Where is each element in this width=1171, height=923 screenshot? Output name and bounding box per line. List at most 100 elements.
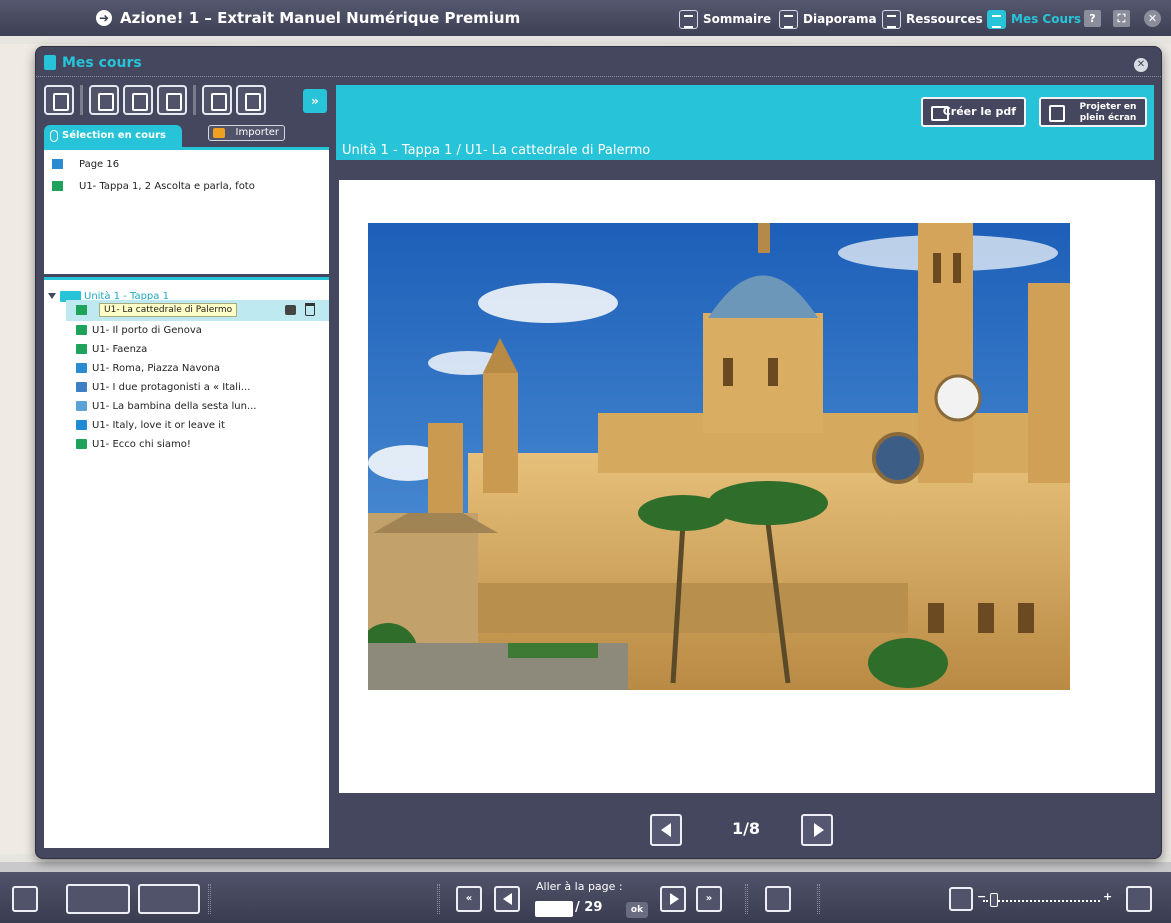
attach-button[interactable]	[89, 85, 119, 115]
image-icon	[76, 305, 87, 315]
image-icon	[76, 344, 87, 354]
nav-mes-cours[interactable]: Mes Cours	[987, 9, 1081, 29]
tab-selection-en-cours[interactable]: Sélection en cours	[44, 125, 182, 147]
zoom-slider-handle[interactable]	[990, 893, 998, 907]
bar-divider	[817, 884, 820, 914]
annotate-button[interactable]	[12, 886, 38, 912]
book-icon	[987, 9, 1006, 29]
mes-cours-modal: Mes cours ✕ Sélection en cours Importer …	[36, 47, 1161, 858]
project-fullscreen-button[interactable]: Projeter en plein écran	[1039, 97, 1147, 127]
next-page-button[interactable]	[660, 886, 686, 912]
tree-item[interactable]: U1- Italy, love it or leave it	[76, 417, 225, 433]
zoom-slider-track[interactable]	[983, 900, 1100, 902]
selection-panel: Page 16 U1- Tappa 1, 2 Ascolta e parla, …	[44, 147, 329, 274]
nav-ressources[interactable]: Ressources	[882, 9, 983, 29]
tree-item[interactable]: U1- Roma, Piazza Navona	[76, 360, 220, 376]
add-course-button[interactable]	[44, 85, 74, 115]
goto-page-label: Aller à la page :	[536, 880, 623, 893]
app-title: ➜ Azione! 1 – Extrait Manuel Numérique P…	[96, 8, 520, 28]
tree-item[interactable]: U1- La bambina della sesta lun...	[76, 398, 257, 414]
tree-item[interactable]: U1- Faenza	[76, 341, 147, 357]
tree-item-label: U1- Il porto di Genova	[92, 324, 202, 336]
export-doc-button[interactable]	[236, 85, 266, 115]
zoom-plus-icon[interactable]: +	[1103, 890, 1112, 903]
tree-item[interactable]: U1- Il porto di Genova	[76, 322, 202, 338]
close-app-button[interactable]: ✕	[1144, 10, 1161, 27]
zoom-button[interactable]	[1126, 886, 1152, 912]
trash-icon[interactable]	[305, 303, 315, 316]
list-item-label: U1- Tappa 1, 2 Ascolta e parla, foto	[79, 180, 255, 192]
import-button-label: Importer	[235, 127, 279, 138]
image-icon	[76, 401, 87, 411]
previous-page-button[interactable]	[494, 886, 520, 912]
book-icon	[44, 55, 56, 70]
checklist-button[interactable]	[157, 85, 187, 115]
grid-icon	[779, 9, 798, 29]
list-item[interactable]: Page 16	[52, 156, 119, 172]
page-icon	[52, 159, 63, 169]
modal-header: Mes cours ✕	[36, 47, 1161, 77]
project-label-line2: plein écran	[1079, 113, 1137, 123]
app-title-text: Azione! 1 – Extrait Manuel Numérique Pre…	[120, 9, 521, 27]
image-icon	[76, 325, 87, 335]
goto-page-input[interactable]	[535, 901, 573, 917]
bar-divider	[745, 884, 748, 914]
bar-divider	[208, 884, 211, 914]
modal-close-button[interactable]: ✕	[1134, 58, 1148, 72]
top-bar: ➜ Azione! 1 – Extrait Manuel Numérique P…	[0, 0, 1171, 36]
bar-divider	[437, 884, 440, 914]
cathedral-photo	[368, 223, 1070, 690]
toolbar-divider	[193, 85, 196, 115]
tree-item[interactable]: U1- I due protagonisti a « Itali...	[76, 379, 250, 395]
cathedral-image	[368, 223, 1070, 690]
import-button[interactable]: Importer	[208, 125, 285, 141]
tree-item-label: U1- Roma, Piazza Navona	[92, 362, 220, 374]
list-item[interactable]: U1- Tappa 1, 2 Ascolta e parla, foto	[52, 178, 255, 194]
goto-page-total: / 29	[575, 900, 603, 915]
reset-zoom-button[interactable]	[949, 887, 973, 911]
slide-counter: 1/8	[731, 819, 761, 838]
breadcrumb: Unità 1 - Tappa 1 / U1- La cattedrale di…	[342, 143, 651, 158]
audio-icon	[76, 382, 87, 392]
course-toolbar	[44, 84, 270, 116]
tree-item-tooltip: U1- La cattedrale di Palermo	[99, 303, 238, 317]
nav-diaporama[interactable]: Diaporama	[779, 9, 877, 29]
nav-sommaire-label: Sommaire	[703, 12, 772, 26]
expand-panel-button[interactable]: »	[303, 89, 327, 113]
nav-sommaire[interactable]: Sommaire	[679, 9, 771, 29]
expand-triangle-icon[interactable]	[48, 293, 56, 299]
previous-slide-button[interactable]	[650, 814, 682, 846]
tree-item-label: U1- Ecco chi siamo!	[92, 438, 191, 450]
fullscreen-button[interactable]: ⛶	[1113, 10, 1130, 27]
duplicate-icon[interactable]	[285, 305, 296, 315]
fullscreen-icon: ⛶	[1117, 12, 1126, 25]
create-pdf-label: Créer le pdf	[942, 105, 1016, 118]
list-icon	[679, 9, 698, 29]
modal-title: Mes cours	[62, 55, 142, 71]
next-slide-button[interactable]	[801, 814, 833, 846]
first-page-button[interactable]: «	[456, 886, 482, 912]
image-icon	[76, 439, 87, 449]
tree-item[interactable]: U1- Ecco chi siamo!	[76, 436, 191, 452]
camera-button[interactable]	[123, 85, 153, 115]
toolbar-divider	[80, 85, 83, 115]
image-icon	[52, 181, 63, 191]
project-label-line1: Projeter en	[1079, 102, 1137, 112]
grid-view-button[interactable]	[765, 886, 791, 912]
nav-diaporama-label: Diaporama	[803, 12, 877, 26]
document-viewer	[339, 180, 1155, 793]
help-button[interactable]: ?	[1084, 10, 1101, 27]
last-page-button[interactable]: »	[696, 886, 722, 912]
import-doc-button[interactable]	[202, 85, 232, 115]
nav-ressources-label: Ressources	[906, 12, 983, 26]
list-item-label: Page 16	[79, 158, 120, 170]
create-pdf-button[interactable]: Créer le pdf	[921, 97, 1026, 127]
mask-zoom-tool-button[interactable]	[66, 884, 130, 914]
spotlight-tool-button[interactable]	[138, 884, 200, 914]
video-icon	[76, 420, 87, 430]
folder-icon	[882, 9, 901, 29]
tree-item-label: U1- Faenza	[92, 343, 148, 355]
goto-ok-button[interactable]: ok	[626, 902, 648, 918]
tree-item-label: U1- Italy, love it or leave it	[92, 419, 225, 431]
course-tree-panel: Unità 1 - Tappa 1 U1- La cattedrale di P…	[44, 277, 329, 848]
